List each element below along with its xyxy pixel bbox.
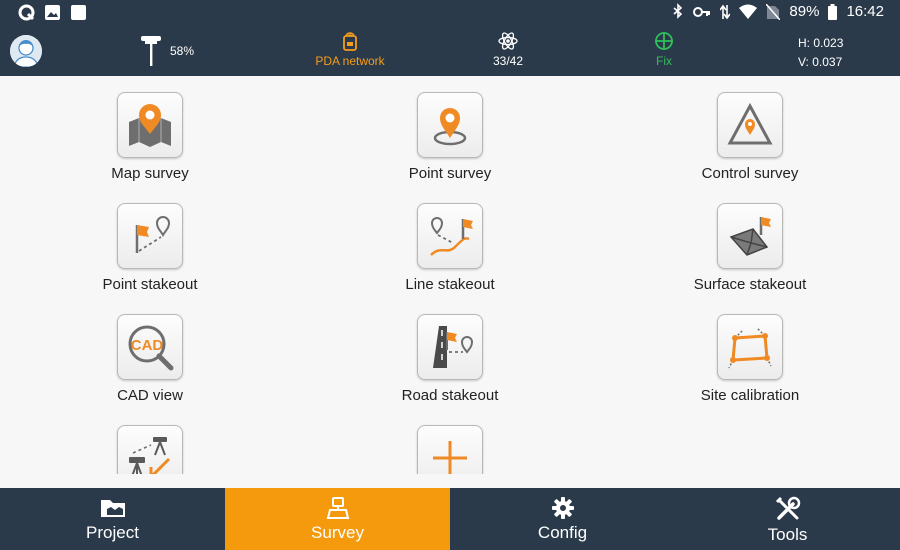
map-survey-button[interactable] xyxy=(117,92,183,158)
map-survey-icon xyxy=(129,104,171,147)
image-icon xyxy=(44,4,61,21)
point-survey-icon xyxy=(433,108,467,146)
clock: 16:42 xyxy=(846,3,884,20)
instrument-transfer-icon xyxy=(129,437,171,474)
satellite-count: 33/42 xyxy=(492,54,524,68)
control-survey-icon xyxy=(727,102,773,145)
cad-view-button[interactable]: CAD xyxy=(117,314,183,380)
data-arrows-icon xyxy=(720,4,731,20)
survey-function-grid: Map survey Point survey Control survey P… xyxy=(0,76,900,488)
point-stakeout-icon xyxy=(135,216,171,253)
avatar[interactable] xyxy=(10,35,42,67)
surface-stakeout-tile[interactable]: Surface stakeout xyxy=(650,187,850,293)
satellite-icon xyxy=(498,32,518,50)
control-survey-tile[interactable]: Control survey xyxy=(650,76,850,182)
point-survey-button[interactable] xyxy=(417,92,483,158)
line-stakeout-button[interactable] xyxy=(417,203,483,269)
point-stakeout-label: Point stakeout xyxy=(102,276,198,293)
road-stakeout-label: Road stakeout xyxy=(401,387,499,404)
surface-stakeout-label: Surface stakeout xyxy=(693,276,807,293)
instrument-transfer-button[interactable] xyxy=(117,425,183,474)
point-survey-tile[interactable]: Point survey xyxy=(350,76,550,182)
surface-stakeout-button[interactable] xyxy=(717,203,783,269)
h-precision: H: 0.023 xyxy=(798,36,844,50)
gnss-info-bar: 58% PDA network 33/42 Fix H: 0.023 V: 0.… xyxy=(0,26,900,76)
crosshair-icon xyxy=(655,32,673,50)
solution-status[interactable]: Fix xyxy=(640,31,688,68)
cad-icon-text: CAD xyxy=(131,337,164,354)
point-survey-label: Point survey xyxy=(408,165,492,182)
tools-icon xyxy=(775,496,800,520)
network-status[interactable]: PDA network xyxy=(300,31,400,68)
road-stakeout-tile[interactable]: Road stakeout xyxy=(350,298,550,404)
battery-percent: 89% xyxy=(789,3,820,20)
folder-icon xyxy=(100,500,125,517)
site-calibration-icon xyxy=(728,327,772,369)
control-survey-label: Control survey xyxy=(701,165,799,182)
bluetooth-icon xyxy=(672,3,684,20)
rover-receiver-icon[interactable] xyxy=(140,34,162,71)
status-bar: 89% 16:42 xyxy=(0,0,900,26)
map-survey-tile[interactable]: Map survey xyxy=(50,76,250,182)
nav-survey[interactable]: Survey xyxy=(225,488,450,550)
q-icon xyxy=(18,4,35,21)
battery-icon xyxy=(828,3,838,20)
road-stakeout-icon xyxy=(433,326,474,368)
square-icon xyxy=(70,4,87,21)
line-stakeout-tile[interactable]: Line stakeout xyxy=(350,187,550,293)
precision-readout: H: 0.023 V: 0.037 xyxy=(798,34,843,72)
bottom-navigation: Project Survey Config Tools xyxy=(0,488,900,550)
add-function-tile[interactable] xyxy=(350,409,550,474)
point-stakeout-tile[interactable]: Point stakeout xyxy=(50,187,250,293)
cad-view-icon: CAD xyxy=(128,325,174,371)
pda-network-icon xyxy=(343,32,357,51)
nav-config[interactable]: Config xyxy=(450,488,675,550)
site-calibration-label: Site calibration xyxy=(700,387,800,404)
survey-icon xyxy=(326,497,349,519)
nav-tools[interactable]: Tools xyxy=(675,488,900,550)
key-icon xyxy=(693,6,711,18)
site-calibration-tile[interactable]: Site calibration xyxy=(650,298,850,404)
wifi-icon xyxy=(739,4,758,19)
instrument-transfer-tile[interactable] xyxy=(50,409,250,474)
nav-project-label: Project xyxy=(86,523,139,542)
control-survey-button[interactable] xyxy=(717,92,783,158)
site-calibration-button[interactable] xyxy=(717,314,783,380)
map-survey-label: Map survey xyxy=(111,165,189,182)
v-precision: V: 0.037 xyxy=(798,55,843,69)
nav-tools-label: Tools xyxy=(767,525,808,544)
line-stakeout-icon xyxy=(430,217,473,256)
no-sim-icon xyxy=(766,3,781,20)
network-label: PDA network xyxy=(315,54,385,68)
nav-survey-label: Survey xyxy=(311,523,364,542)
add-icon xyxy=(433,441,467,474)
add-function-button[interactable] xyxy=(417,425,483,474)
cad-view-label: CAD view xyxy=(117,387,183,404)
line-stakeout-label: Line stakeout xyxy=(405,276,495,293)
satellite-status[interactable]: 33/42 xyxy=(470,31,546,68)
nav-project[interactable]: Project xyxy=(0,488,225,550)
road-stakeout-button[interactable] xyxy=(417,314,483,380)
rover-battery: 58% xyxy=(170,44,195,58)
gear-icon xyxy=(551,497,574,519)
point-stakeout-button[interactable] xyxy=(117,203,183,269)
cad-view-tile[interactable]: CAD CAD view xyxy=(50,298,250,404)
solution-label: Fix xyxy=(656,54,672,68)
surface-stakeout-icon xyxy=(729,217,771,256)
nav-config-label: Config xyxy=(537,523,588,542)
